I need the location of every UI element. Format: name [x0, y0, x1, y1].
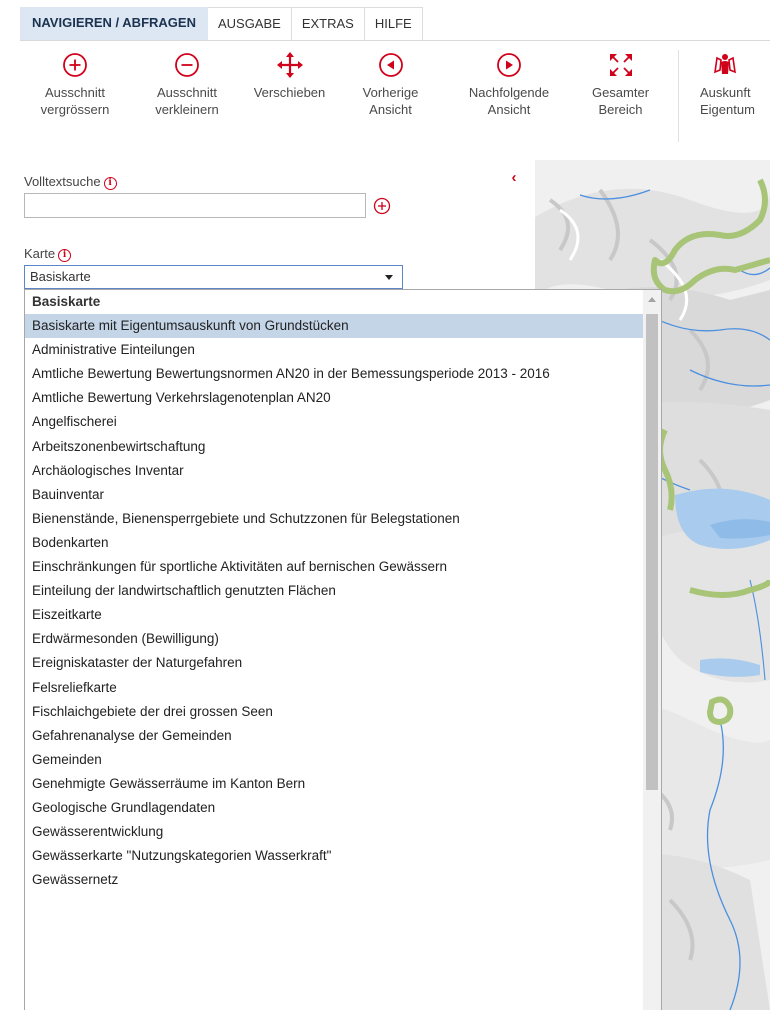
- zoom-out-button[interactable]: Ausschnitt verkleinern: [142, 52, 232, 118]
- dropdown-options: Basiskarte Basiskarte mit Eigentumsauskun…: [25, 290, 643, 892]
- next-view-icon: [497, 53, 521, 77]
- dropdown-option[interactable]: Basiskarte mit Eigentumsauskunft von Gru…: [25, 314, 643, 339]
- dropdown-option[interactable]: Bodenkarten: [25, 531, 643, 555]
- previous-view-icon: [378, 53, 403, 77]
- next-view-label-1: Nachfolgende: [468, 85, 550, 100]
- dropdown-option[interactable]: Gewässerentwicklung: [25, 820, 643, 844]
- map-label-row: Karte i: [24, 246, 72, 262]
- dropdown-option[interactable]: Gewässerkarte "Nutzungskategorien Wasser…: [25, 844, 643, 868]
- dropdown-group-header: Basiskarte: [32, 294, 101, 309]
- fulltext-search-input[interactable]: [24, 193, 366, 218]
- dropdown-option[interactable]: Einschränkungen für sportliche Aktivität…: [25, 555, 643, 579]
- full-extent-label-1: Gesamter: [591, 85, 650, 100]
- full-extent-label-2: Bereich: [598, 102, 643, 117]
- info-icon[interactable]: i: [103, 177, 117, 190]
- owner-info-label-2: Eigentum: [700, 102, 755, 117]
- dropdown-scrollbar[interactable]: [643, 290, 661, 1010]
- fulltext-search-label-row: Volltextsuche i: [24, 174, 117, 190]
- add-search-icon[interactable]: [373, 197, 391, 215]
- zoom-out-icon: [175, 53, 199, 77]
- scroll-thumb[interactable]: [646, 314, 658, 790]
- dropdown-option[interactable]: Bienenstände, Bienensperrgebiete und Sch…: [25, 507, 643, 531]
- toolbar: Ausschnitt vergrössern Ausschnitt verkle…: [20, 44, 770, 144]
- map-label: Karte: [24, 246, 56, 261]
- dropdown-option[interactable]: Genehmigte Gewässerräume im Kanton Bern: [25, 772, 643, 796]
- dropdown-option[interactable]: Gewässernetz: [25, 868, 643, 892]
- owner-info-button[interactable]: Auskunft Eigentum: [700, 52, 770, 118]
- map-dropdown-list[interactable]: Basiskarte Basiskarte mit Eigentumsauskun…: [24, 289, 662, 1010]
- map-select-value: Basiskarte: [30, 269, 91, 284]
- tab-ausgabe[interactable]: AUSGABE: [207, 7, 292, 41]
- owner-info-label-1: Auskunft: [700, 85, 751, 100]
- toolbar-separator: [678, 50, 679, 142]
- full-extent-icon: [609, 54, 632, 76]
- collapse-panel-button[interactable]: ‹: [503, 167, 525, 189]
- dropdown-option[interactable]: Erdwärmesonden (Bewilligung): [25, 627, 643, 651]
- tabs-divider: [20, 40, 770, 41]
- scroll-up-icon[interactable]: [648, 297, 656, 302]
- dropdown-option[interactable]: Archäologisches Inventar: [25, 459, 643, 483]
- dropdown-option[interactable]: Bauinventar: [25, 483, 643, 507]
- dropdown-option[interactable]: Geologische Grundlagendaten: [25, 796, 643, 820]
- zoom-in-label-1: Ausschnitt: [45, 85, 105, 100]
- tab-hilfe[interactable]: HILFE: [364, 7, 423, 41]
- dropdown-option[interactable]: Amtliche Bewertung Bewertungsnormen AN20…: [25, 362, 643, 386]
- dropdown-option[interactable]: Einteilung der landwirtschaftlich genutz…: [25, 579, 643, 603]
- tab-extras[interactable]: EXTRAS: [291, 7, 365, 41]
- move-arrows-icon: [276, 52, 303, 78]
- full-extent-button[interactable]: Gesamter Bereich: [578, 52, 663, 118]
- zoom-out-label-1: Ausschnitt: [157, 85, 217, 100]
- map-select[interactable]: Basiskarte: [24, 265, 403, 289]
- info-icon[interactable]: i: [58, 249, 72, 262]
- fulltext-search-label: Volltextsuche: [24, 174, 101, 189]
- zoom-in-button[interactable]: Ausschnitt vergrössern: [30, 52, 120, 118]
- dropdown-option[interactable]: Felsreliefkarte: [25, 676, 643, 700]
- dropdown-option[interactable]: Ereigniskataster der Naturgefahren: [25, 651, 643, 675]
- pan-button[interactable]: Verschieben: [242, 52, 337, 101]
- zoom-out-label-2: verkleinern: [155, 102, 219, 117]
- zoom-in-label-2: vergrössern: [40, 102, 110, 117]
- dropdown-option[interactable]: Administrative Einteilungen: [25, 338, 643, 362]
- dropdown-option[interactable]: Gemeinden: [25, 748, 643, 772]
- dropdown-option[interactable]: Fischlaichgebiete der drei grossen Seen: [25, 700, 643, 724]
- dropdown-option[interactable]: Angelfischerei: [25, 410, 643, 434]
- owner-info-icon: [714, 54, 736, 74]
- tab-navigieren[interactable]: NAVIGIEREN / ABFRAGEN: [20, 7, 208, 41]
- dropdown-option[interactable]: Amtliche Bewertung Verkehrslagenotenplan…: [25, 386, 643, 410]
- previous-view-label-2: Ansicht: [369, 102, 412, 117]
- next-view-button[interactable]: Nachfolgende Ansicht: [453, 52, 565, 118]
- next-view-label-2: Ansicht: [487, 102, 531, 117]
- previous-view-button[interactable]: Vorherige Ansicht: [348, 52, 433, 118]
- previous-view-label-1: Vorherige: [362, 85, 419, 100]
- main-tabs: NAVIGIEREN / ABFRAGEN AUSGABE EXTRAS HIL…: [20, 7, 423, 41]
- dropdown-option[interactable]: Arbeitszonenbewirtschaftung: [25, 435, 643, 459]
- dropdown-option[interactable]: Eiszeitkarte: [25, 603, 643, 627]
- chevron-down-icon: [385, 275, 393, 280]
- pan-label: Verschieben: [253, 85, 326, 100]
- dropdown-option[interactable]: Gefahrenanalyse der Gemeinden: [25, 724, 643, 748]
- zoom-in-icon: [63, 53, 87, 77]
